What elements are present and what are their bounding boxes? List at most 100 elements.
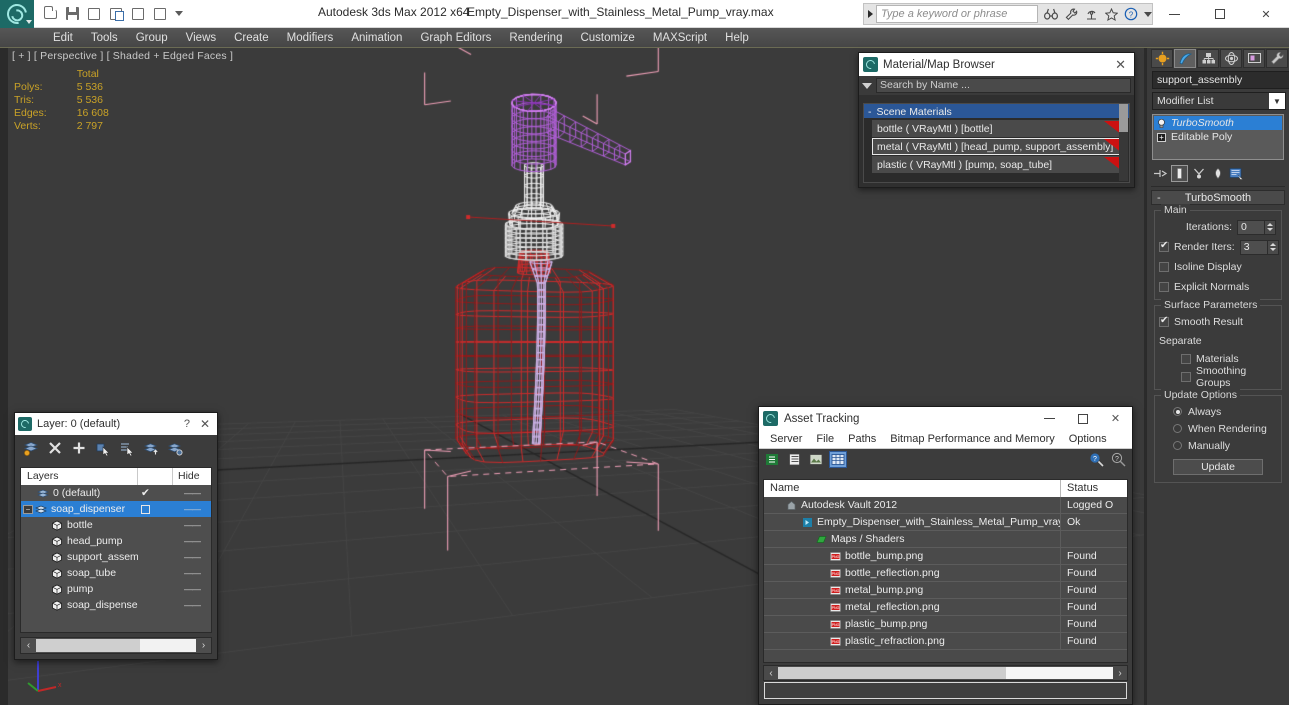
layer-row-bottle[interactable]: bottle —— [21, 517, 211, 533]
material-item-bottle[interactable]: bottle ( VRayMtl ) [bottle] [872, 120, 1127, 137]
viewport-label[interactable]: [ + ] [ Perspective ] [ Shaded + Edged F… [12, 50, 233, 62]
iterations-spinner[interactable] [1237, 219, 1277, 235]
smooth-result-row[interactable]: Smooth Result [1159, 314, 1277, 329]
menu-item-graph-editors[interactable]: Graph Editors [411, 30, 500, 46]
create-tab[interactable] [1151, 49, 1173, 68]
menu-item-edit[interactable]: Edit [44, 30, 82, 46]
object-hide-toggle[interactable]: —— [184, 520, 201, 530]
maximize-button[interactable] [1197, 0, 1243, 28]
asset-row-bottle-bump[interactable]: PNG bottle_bump.png Found [764, 547, 1127, 565]
material-map-browser-window[interactable]: Material/Map Browser ✕ Search by Name ..… [858, 52, 1135, 188]
layer-manager-dialog[interactable]: Layer: 0 (default) ? ✕ Layers Hide 0 (de… [14, 412, 218, 660]
close-button[interactable]: ✕ [1099, 407, 1132, 430]
help-search-icon[interactable]: ? [1088, 451, 1106, 468]
help-icon[interactable]: ? [1110, 451, 1128, 468]
turbosmooth-rollout-header[interactable]: - TurboSmooth [1151, 190, 1285, 205]
thumbnail-view-icon[interactable] [807, 451, 825, 468]
modifier-enable-bulb-icon[interactable] [1156, 118, 1167, 129]
create-new-layer-icon[interactable] [21, 439, 40, 458]
asset-row-max-file[interactable]: Empty_Dispenser_with_Stainless_Metal_Pum… [764, 513, 1127, 531]
search-input[interactable]: Type a keyword or phrase [876, 5, 1038, 23]
layer-row-head-pump[interactable]: head_pump —— [21, 533, 211, 549]
scroll-right-icon[interactable]: › [1113, 668, 1127, 679]
render-iters-checkbox[interactable] [1159, 240, 1169, 252]
help-circle-icon[interactable]: ? [1121, 4, 1141, 24]
asset-tracking-window[interactable]: Asset Tracking ✕ Server File Paths Bitma… [758, 406, 1133, 705]
asset-horizontal-scrollbar[interactable]: ‹ › [763, 665, 1128, 681]
menu-item-customize[interactable]: Customize [571, 30, 643, 46]
make-unique-icon[interactable] [1190, 165, 1207, 182]
minimize-button[interactable] [1033, 407, 1066, 430]
layer-horizontal-scrollbar[interactable]: ‹ › [20, 637, 212, 654]
modifier-list-dropdown[interactable]: Modifier List ▼ [1152, 92, 1286, 110]
wrench-icon[interactable] [1061, 4, 1081, 24]
chevron-down-icon[interactable] [175, 11, 183, 16]
app-logo-icon[interactable] [0, 0, 34, 28]
asset-row-vault[interactable]: Autodesk Vault 2012 Logged O [764, 496, 1127, 514]
asset-row-bottle-reflection[interactable]: PNG bottle_reflection.png Found [764, 564, 1127, 582]
object-hide-toggle[interactable]: —— [184, 536, 201, 546]
satellite-icon[interactable] [1081, 4, 1101, 24]
menu-item-maxscript[interactable]: MAXScript [644, 30, 716, 46]
menu-item-file[interactable]: File [809, 432, 841, 446]
isoline-display-checkbox[interactable] [1159, 261, 1169, 272]
smooth-result-checkbox[interactable] [1159, 315, 1169, 327]
asset-row-plastic-bump[interactable]: PNG plastic_bump.png Found [764, 615, 1127, 633]
layer-row-support-assembly[interactable]: support_assembly —— [21, 549, 211, 565]
asset-row-maps-shaders[interactable]: Maps / Shaders [764, 530, 1127, 548]
maximize-button[interactable] [1066, 407, 1099, 430]
menu-item-group[interactable]: Group [127, 30, 177, 46]
layer-row-0-default[interactable]: 0 (default) ✔ —— [21, 485, 211, 501]
highlight-selected-objects-icon[interactable] [141, 439, 160, 458]
name-column-header[interactable]: Name [764, 480, 1061, 497]
render-iters-spinner[interactable] [1239, 239, 1279, 255]
update-option-manually[interactable]: Manually [1159, 438, 1277, 453]
redo-icon[interactable] [150, 4, 170, 24]
delete-layer-icon[interactable] [45, 439, 64, 458]
menu-item-views[interactable]: Views [177, 30, 225, 46]
separate-materials-checkbox[interactable] [1181, 353, 1191, 364]
layer-row-soap-dispenser[interactable]: − soap_dispenser —— [21, 501, 211, 517]
object-name-field[interactable] [1152, 71, 1289, 89]
material-item-metal[interactable]: metal ( VRayMtl ) [head_pump, support_as… [872, 138, 1127, 155]
scrollbar-thumb[interactable] [778, 667, 1006, 679]
menu-item-modifiers[interactable]: Modifiers [278, 30, 343, 46]
group-collapse-glyph[interactable]: - [868, 106, 872, 118]
motion-tab[interactable] [1220, 49, 1242, 68]
when-rendering-radio[interactable] [1173, 424, 1182, 433]
chevron-right-icon[interactable] [864, 10, 876, 18]
close-icon[interactable]: ✕ [196, 417, 214, 431]
chevron-down-icon[interactable]: ▼ [1269, 93, 1285, 109]
explicit-normals-checkbox[interactable] [1159, 281, 1169, 292]
remove-modifier-icon[interactable] [1209, 165, 1226, 182]
menu-item-tools[interactable]: Tools [82, 30, 127, 46]
undo-icon[interactable] [128, 4, 148, 24]
asset-row-metal-reflection[interactable]: PNG metal_reflection.png Found [764, 598, 1127, 616]
material-search-input[interactable]: Search by Name ... [876, 78, 1131, 93]
minimize-button[interactable] [1151, 0, 1197, 28]
menu-item-server[interactable]: Server [763, 432, 809, 446]
always-radio[interactable] [1173, 407, 1182, 416]
object-hide-toggle[interactable]: —— [184, 568, 201, 578]
separate-smoothing-groups-checkbox[interactable] [1181, 371, 1191, 382]
new-scene-icon[interactable] [84, 4, 104, 24]
star-icon[interactable] [1101, 4, 1121, 24]
menu-item-help[interactable]: Help [716, 30, 758, 46]
chevron-down-icon[interactable] [862, 82, 872, 89]
modifier-stack[interactable]: TurboSmooth + Editable Poly [1152, 114, 1284, 160]
binoculars-icon[interactable] [1041, 4, 1061, 24]
iterations-input[interactable] [1237, 219, 1265, 235]
separate-smoothing-groups-row[interactable]: Smoothing Groups [1159, 365, 1277, 389]
update-button[interactable]: Update [1173, 459, 1263, 475]
new-from-template-icon[interactable] [106, 4, 126, 24]
layers-column-header[interactable]: Layers [21, 468, 138, 485]
layer-check-column-header[interactable] [138, 468, 173, 485]
material-item-plastic[interactable]: plastic ( VRayMtl ) [pump, soap_tube] [872, 156, 1127, 173]
hierarchy-tab[interactable] [1197, 49, 1219, 68]
scroll-left-icon[interactable]: ‹ [764, 668, 778, 679]
layer-row-soap-tube[interactable]: soap_tube —— [21, 565, 211, 581]
isoline-display-row[interactable]: Isoline Display [1159, 259, 1277, 274]
menu-item-options[interactable]: Options [1062, 432, 1114, 446]
hide-column-header[interactable]: Hide [173, 468, 211, 485]
asset-row-plastic-refraction[interactable]: PNG plastic_refraction.png Found [764, 632, 1127, 650]
